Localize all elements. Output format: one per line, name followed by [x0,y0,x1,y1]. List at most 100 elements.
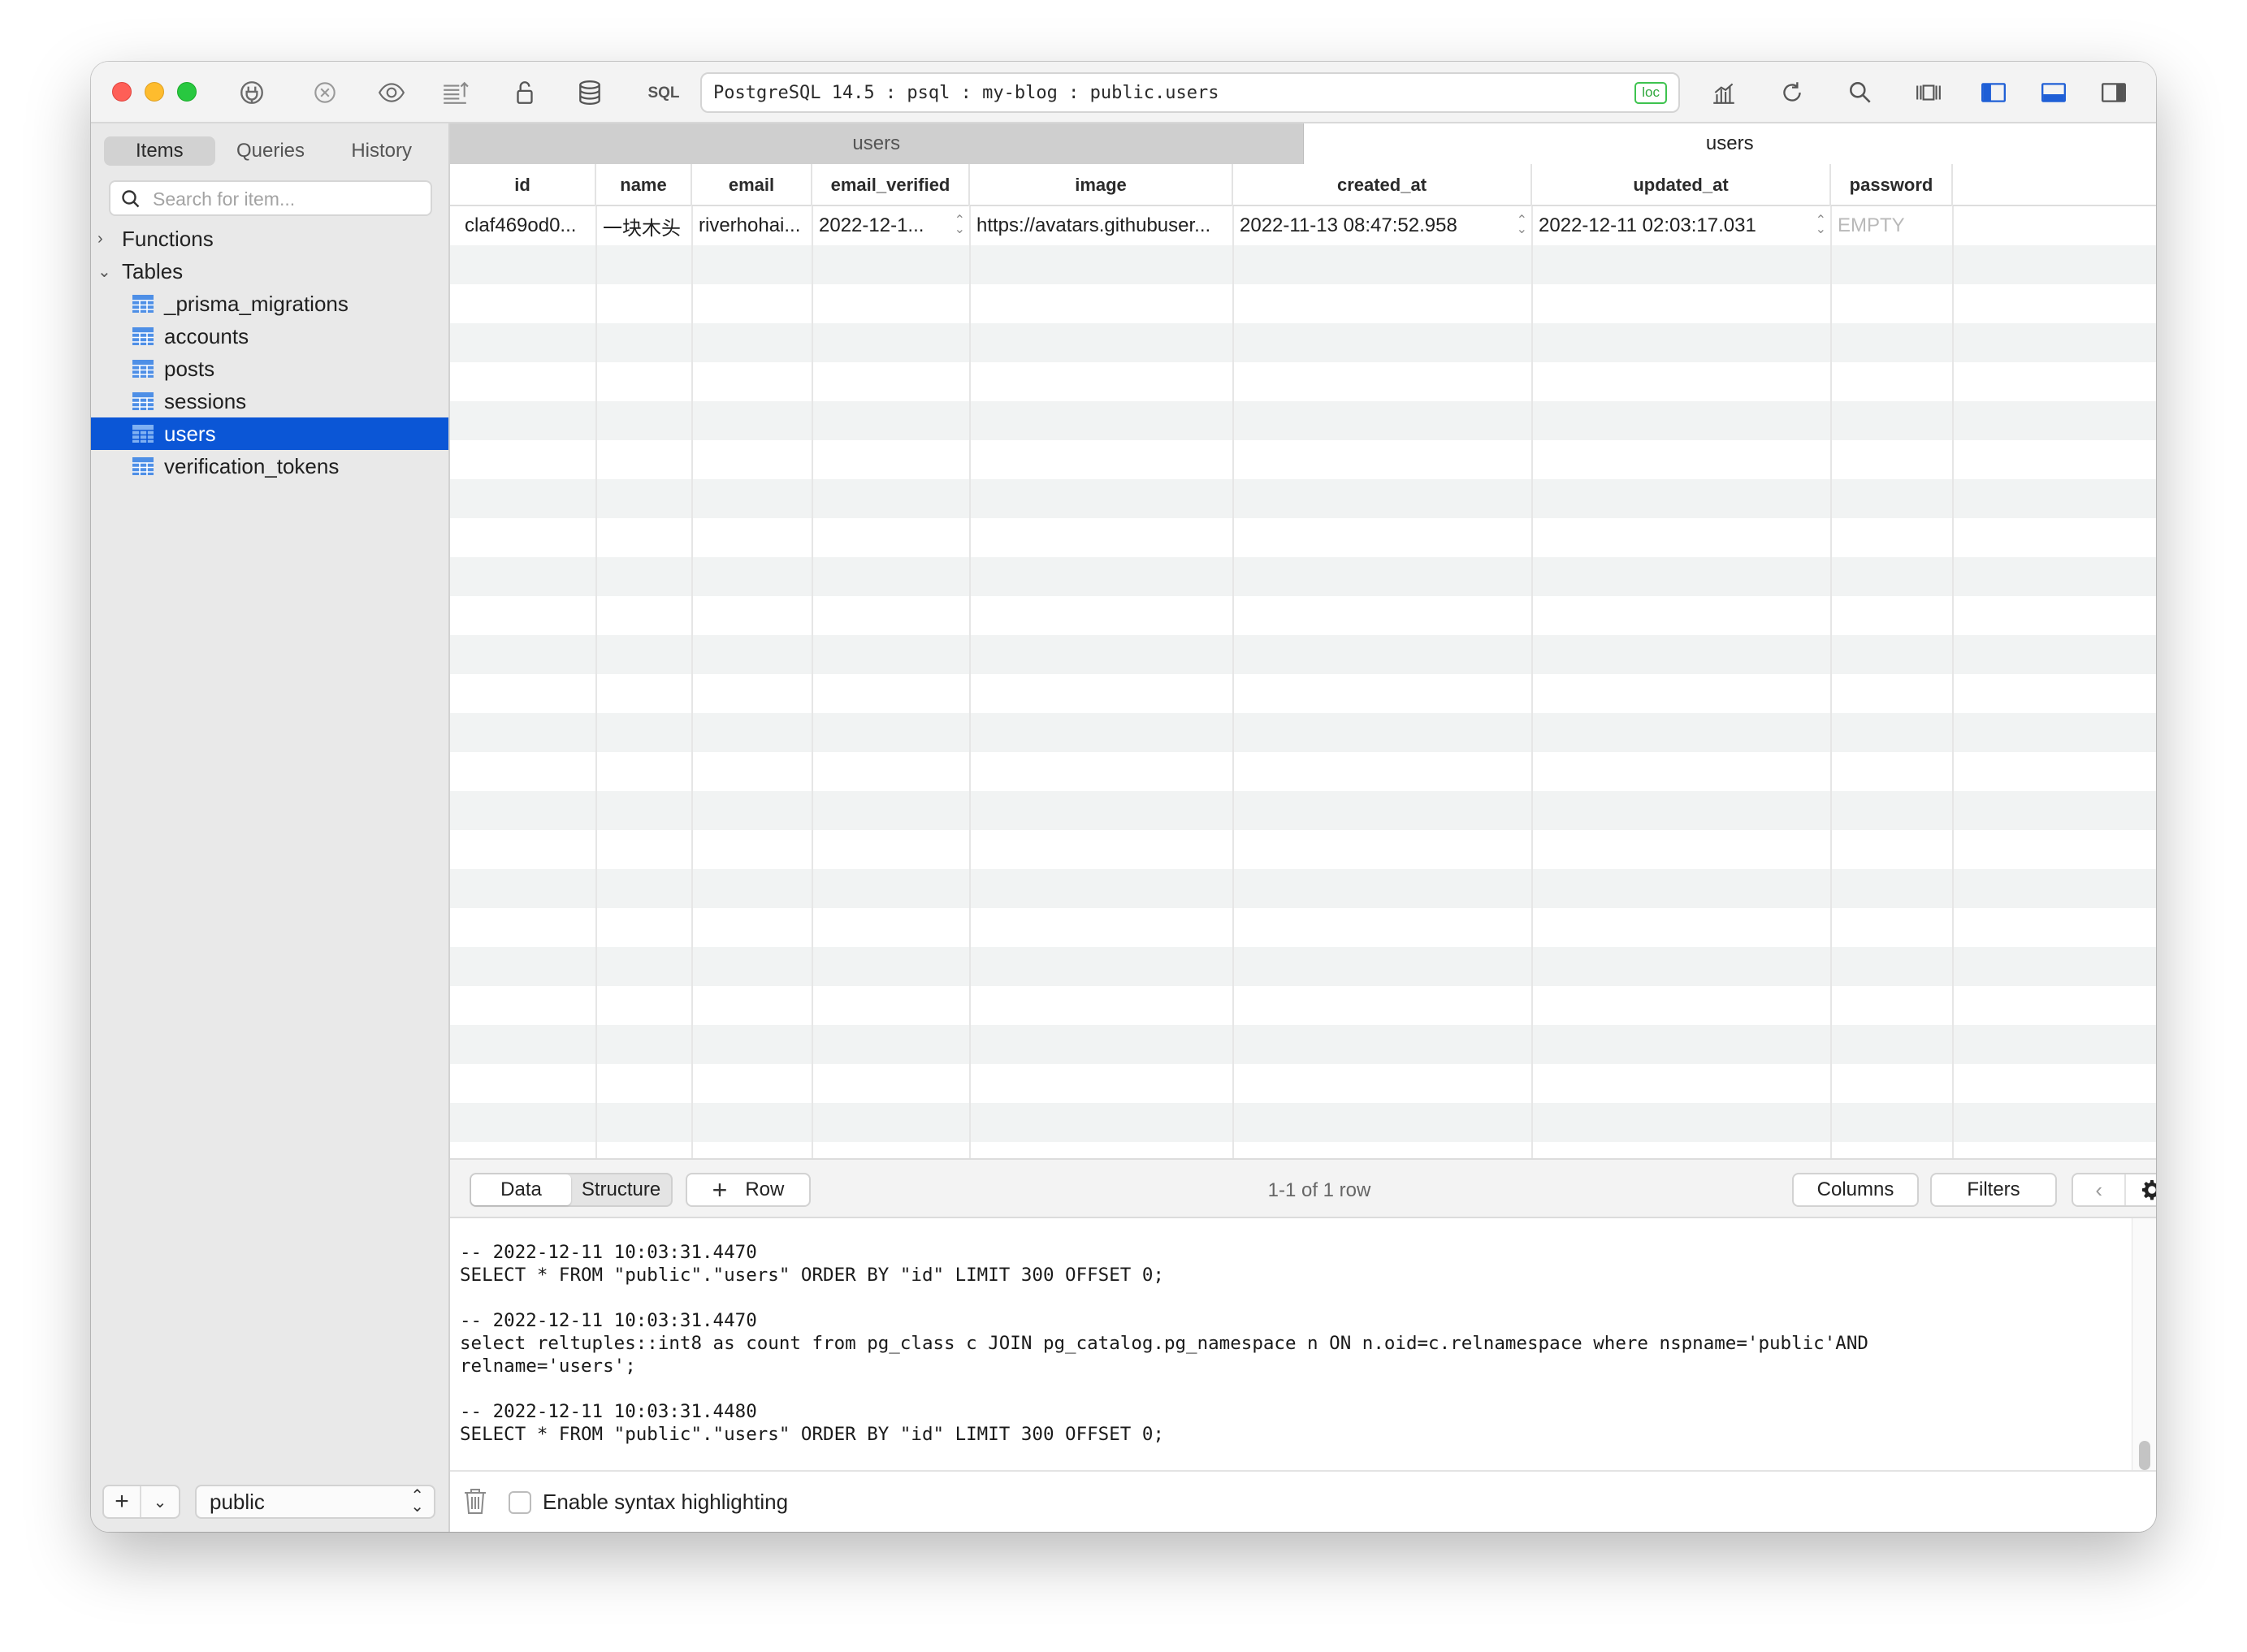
syntax-highlighting-checkbox[interactable] [509,1491,531,1514]
filters-button[interactable]: Filters [1930,1173,2057,1207]
group-tables[interactable]: ⌄ Tables [91,255,450,288]
cell-email[interactable]: riverhohai... [692,206,812,245]
database-icon[interactable] [574,76,606,109]
column-divider [1232,206,1234,1218]
column-header[interactable]: name [596,164,692,206]
table-label: posts [164,356,215,381]
column-header[interactable]: password [1831,164,1953,206]
columns-button[interactable]: Columns [1792,1173,1919,1207]
cell-password[interactable]: EMPTY [1831,206,1953,245]
cell-created-at[interactable]: 2022-11-13 08:47:52.958 ⌃ ⌄ [1233,206,1532,245]
empty-row [450,479,2156,518]
table-label: verification_tokens [164,453,340,478]
table-label: sessions [164,388,247,413]
stepper-icon[interactable]: ⌃ ⌄ [1816,214,1826,236]
empty-row [450,596,2156,635]
group-label: Functions [122,226,214,251]
stop-icon[interactable] [309,76,341,109]
column-header[interactable]: email_verified [812,164,970,206]
table-label: _prisma_migrations [164,291,349,316]
cell-value: 2022-12-11 02:03:17.031 [1539,214,1756,236]
bottom-panel-icon[interactable] [2037,76,2070,109]
grid-footer: Data Structure + Row 1-1 of 1 row Column… [450,1158,2156,1218]
empty-row [450,635,2156,674]
table-item[interactable]: verification_tokens [91,450,448,482]
table-icon [132,425,154,443]
connection-label: PostgreSQL 14.5 : psql : my-blog : publi… [713,83,1219,103]
stepper-icon[interactable]: ⌃ ⌄ [1517,214,1527,236]
empty-row [450,908,2156,947]
cell-id[interactable]: claf469od0... [458,206,596,245]
add-row-button[interactable]: + Row [686,1173,811,1207]
group-label: Tables [122,258,184,283]
cell-email-verified[interactable]: 2022-12-1... ⌃ ⌄ [812,206,970,245]
chevron-right-icon: › [97,229,103,248]
grid-header: id name email email_verified image creat… [450,164,2156,206]
column-header[interactable]: id [450,164,596,206]
tab-bar: users users [450,123,2156,164]
trash-icon[interactable] [461,1486,489,1516]
left-panel-icon[interactable] [1977,76,2010,109]
columns-toggle-icon[interactable] [1912,76,1945,109]
table-item[interactable]: _prisma_migrations [91,288,448,320]
search-icon[interactable] [1844,76,1877,109]
right-panel-icon[interactable] [2098,76,2130,109]
scroll-thumb[interactable] [2139,1441,2150,1470]
tab-history[interactable]: History [326,136,437,166]
plug-icon[interactable] [236,76,268,109]
lock-icon[interactable] [509,76,541,109]
chevron-down-icon: ⌄ [153,1493,167,1511]
column-header[interactable]: email [692,164,812,206]
table-item-selected[interactable]: users [91,417,448,450]
cell-image[interactable]: https://avatars.githubuser... [970,206,1233,245]
tab-items[interactable]: Items [104,136,215,166]
row-count: 1-1 of 1 row [1267,1179,1371,1201]
close-window-button[interactable] [112,82,132,102]
app-window: SQL PostgreSQL 14.5 : psql : my-blog : p… [91,62,2156,1532]
column-header[interactable]: updated_at [1532,164,1831,206]
sidebar-search-input[interactable] [153,187,421,211]
empty-row [450,557,2156,596]
empty-row [450,791,2156,830]
add-row-label: Row [745,1178,785,1200]
cell-name[interactable]: 一块木头 [596,206,692,245]
column-divider [812,206,813,1218]
table-item[interactable]: accounts [91,320,448,352]
table-icon [132,327,154,345]
minimize-window-button[interactable] [145,82,164,102]
tab-queries[interactable]: Queries [215,136,327,166]
add-item-button[interactable]: + ⌄ [102,1485,180,1519]
schema-select[interactable]: public ⌃ ⌄ [195,1485,435,1519]
cell-updated-at[interactable]: 2022-12-11 02:03:17.031 ⌃ ⌄ [1532,206,1831,245]
empty-row [450,401,2156,440]
table-item[interactable]: sessions [91,385,448,417]
gear-icon[interactable] [2124,1174,2156,1205]
table-icon [132,360,154,378]
zoom-window-button[interactable] [177,82,197,102]
stepper-icon[interactable]: ⌃ ⌄ [955,214,965,236]
empty-row [450,323,2156,362]
empty-row [450,713,2156,752]
tab-users-1[interactable]: users [450,123,1304,164]
tab-data[interactable]: Data [471,1174,571,1205]
column-header[interactable]: image [970,164,1233,206]
main-panel: users users id name email email_verified… [450,123,2156,1532]
indent-icon[interactable] [439,76,471,109]
empty-row [450,1025,2156,1064]
group-functions[interactable]: › Functions [91,223,450,255]
sql-editor-button[interactable]: SQL [643,83,684,104]
console-scrollbar[interactable] [2132,1218,2156,1470]
column-header[interactable]: created_at [1233,164,1532,206]
previous-page-button[interactable]: ‹ [2073,1174,2124,1205]
chart-icon[interactable] [1708,76,1740,109]
up-down-icon: ⌃ ⌄ [410,1487,424,1516]
table-icon [132,392,154,410]
eye-icon[interactable] [375,76,408,109]
plus-icon: + [712,1174,728,1204]
table-item[interactable]: posts [91,352,448,385]
tab-users-2[interactable]: users [1303,123,2156,164]
sidebar-segmented-control: Items Queries History [104,136,437,166]
connection-bar[interactable]: PostgreSQL 14.5 : psql : my-blog : publi… [700,72,1680,113]
refresh-icon[interactable] [1776,76,1808,109]
tab-structure[interactable]: Structure [571,1174,671,1205]
